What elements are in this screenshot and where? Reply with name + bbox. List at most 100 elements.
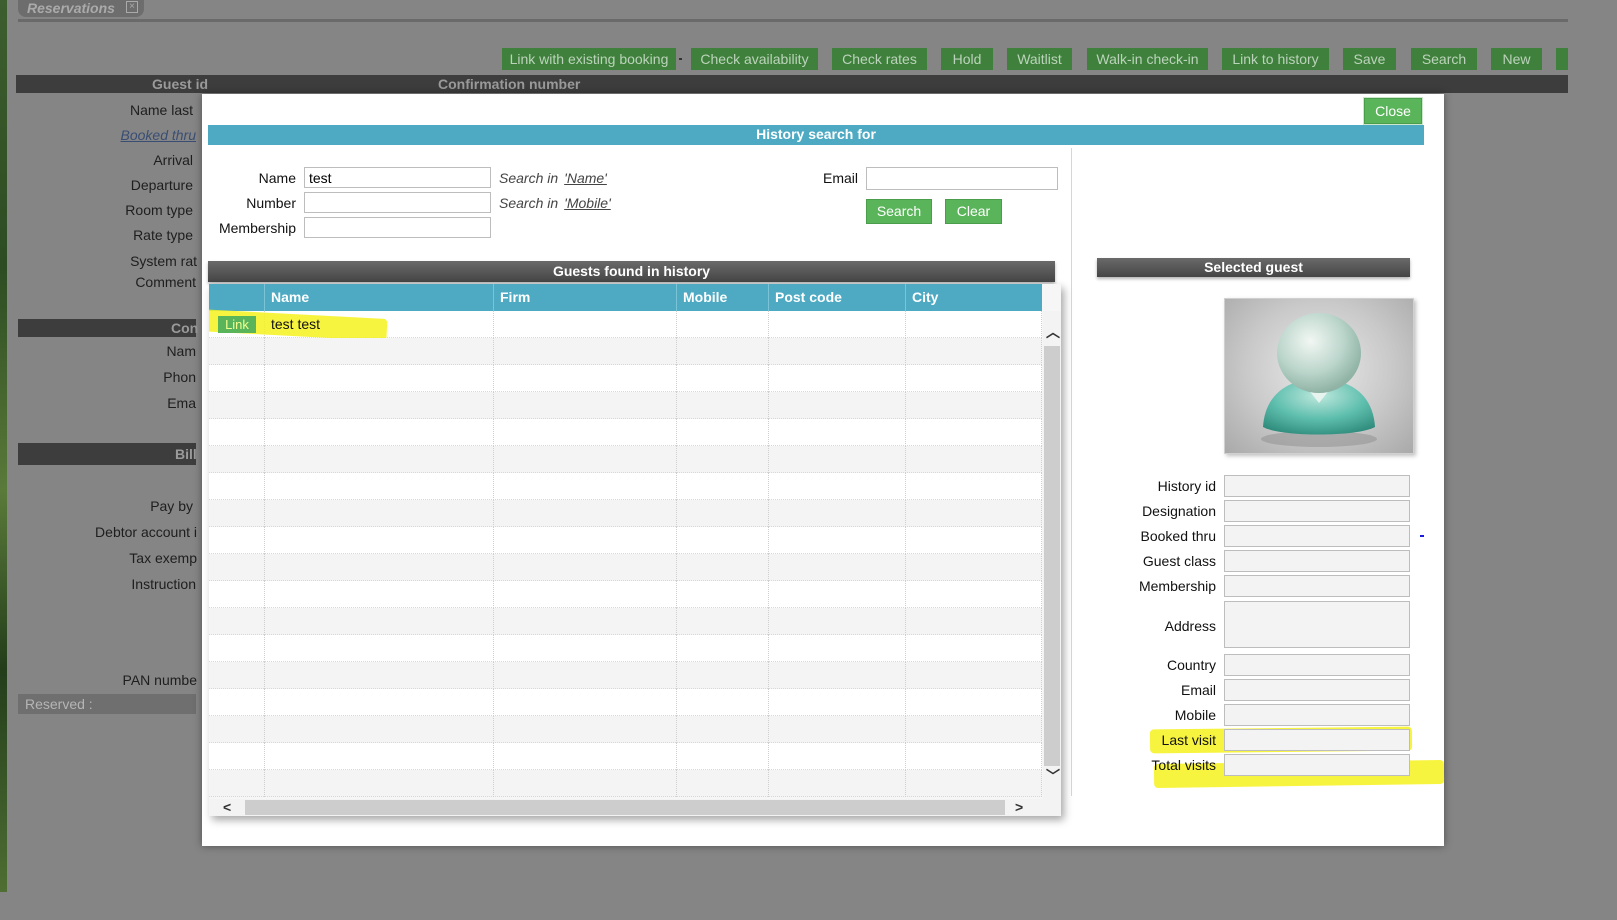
last-visit-field <box>1224 729 1410 751</box>
scroll-thumb[interactable] <box>1044 346 1060 766</box>
save-button[interactable]: Save <box>1343 48 1396 70</box>
table-row[interactable] <box>209 662 1042 689</box>
table-row[interactable] <box>209 743 1042 770</box>
scroll-thumb[interactable] <box>245 800 1005 815</box>
scroll-up-icon[interactable]: ︿ <box>1046 325 1060 339</box>
mobile-field <box>1224 704 1410 726</box>
link-to-history-button[interactable]: Link to history <box>1222 48 1329 70</box>
grid-cell <box>769 608 906 635</box>
check-availability-button[interactable]: Check availability <box>691 48 818 70</box>
guest-class-field <box>1224 550 1410 572</box>
membership-input[interactable] <box>304 217 491 238</box>
name-search-hint: Search in 'Name' <box>499 170 607 186</box>
table-row[interactable] <box>209 716 1042 743</box>
table-row[interactable] <box>209 365 1042 392</box>
table-row[interactable] <box>209 446 1042 473</box>
country-label: Country <box>1166 657 1216 673</box>
grid-cell <box>209 554 265 581</box>
scroll-right-icon[interactable]: > <box>1015 800 1023 814</box>
grid-cell <box>265 770 494 797</box>
email-field <box>1224 679 1410 701</box>
col-header-action <box>209 284 265 311</box>
clear-button[interactable]: Clear <box>945 199 1002 224</box>
close-tab-icon[interactable]: × <box>126 1 138 13</box>
modal-header: History search for <box>208 125 1424 145</box>
table-row[interactable]: Link test test <box>209 309 1042 341</box>
designation-label: Designation <box>1142 503 1216 519</box>
vertical-scrollbar[interactable]: ︿ ﹀ <box>1043 311 1061 799</box>
name-input[interactable] <box>304 167 491 188</box>
mobile-field-link[interactable]: 'Mobile' <box>564 195 611 211</box>
scroll-left-icon[interactable]: < <box>223 800 231 814</box>
grid-cell <box>209 662 265 689</box>
col-header-mobile[interactable]: Mobile <box>677 284 769 311</box>
window-tab-title: Reservations <box>27 0 115 16</box>
table-row[interactable] <box>209 473 1042 500</box>
waitlist-button[interactable]: Waitlist <box>1007 48 1072 70</box>
grid-cell <box>265 392 494 419</box>
booked-thru-link[interactable]: Booked thru <box>60 127 197 143</box>
window-tab[interactable]: Reservations × <box>18 0 144 17</box>
table-row[interactable] <box>209 527 1042 554</box>
table-row[interactable] <box>209 392 1042 419</box>
grid-cell <box>906 392 1042 419</box>
grid-cell <box>494 581 677 608</box>
mobile-label: Mobile <box>1174 707 1216 723</box>
grid-cell <box>677 392 769 419</box>
col-header-post-code[interactable]: Post code <box>769 284 906 311</box>
table-row[interactable] <box>209 608 1042 635</box>
grid-cell <box>265 608 494 635</box>
grid-cell <box>769 716 906 743</box>
grid-cell <box>906 689 1042 716</box>
close-button[interactable]: Close <box>1364 98 1422 124</box>
email-label: Email <box>1180 682 1216 698</box>
new-button[interactable]: New <box>1491 48 1542 70</box>
grid-cell <box>906 473 1042 500</box>
table-row[interactable] <box>209 635 1042 662</box>
table-row[interactable] <box>209 338 1042 365</box>
grid-cell <box>209 473 265 500</box>
grid-cell <box>677 662 769 689</box>
more-button[interactable] <box>1556 48 1568 70</box>
system-rate-label: System rat <box>130 253 197 269</box>
check-rates-button[interactable]: Check rates <box>832 48 927 70</box>
col-header-name[interactable]: Name <box>265 284 494 311</box>
table-row[interactable] <box>209 554 1042 581</box>
grid-cell <box>769 338 906 365</box>
hold-button[interactable]: Hold <box>941 48 993 70</box>
name-field-link[interactable]: 'Name' <box>564 170 607 186</box>
total-visits-label: Total visits <box>1151 757 1216 773</box>
grid-cell <box>677 743 769 770</box>
search-button[interactable]: Search <box>1411 48 1477 70</box>
search-button[interactable]: Search <box>866 199 932 224</box>
pay-by-label: Pay by <box>150 498 193 514</box>
link-existing-booking-button[interactable]: Link with existing booking <box>502 48 676 70</box>
table-row[interactable] <box>209 581 1042 608</box>
link-button[interactable]: Link <box>218 316 256 333</box>
walk-in-checkin-button[interactable]: Walk-in check-in <box>1087 48 1208 70</box>
grid-cell <box>265 446 494 473</box>
number-input[interactable] <box>304 192 491 213</box>
reserved-label: Reserved : <box>25 696 93 712</box>
grid-cell <box>769 662 906 689</box>
grid-cell <box>677 581 769 608</box>
horizontal-scrollbar[interactable]: < > <box>209 799 1061 816</box>
user-silhouette-icon <box>1261 313 1377 447</box>
col-header-firm[interactable]: Firm <box>494 284 677 311</box>
email-input[interactable] <box>866 167 1058 190</box>
table-row[interactable] <box>209 419 1042 446</box>
scroll-down-icon[interactable]: ﹀ <box>1046 769 1060 783</box>
table-row[interactable] <box>209 689 1042 716</box>
table-row[interactable] <box>209 770 1042 797</box>
grid-cell <box>769 365 906 392</box>
grid-cell <box>265 743 494 770</box>
grid-cell <box>494 770 677 797</box>
address-field <box>1224 601 1410 648</box>
grid-cell <box>906 500 1042 527</box>
grid-cell <box>209 338 265 365</box>
col-header-city[interactable]: City <box>906 284 1042 311</box>
debtor-account-label: Debtor account i <box>95 524 197 540</box>
contact-email-label: Ema <box>167 395 196 411</box>
table-row[interactable] <box>209 500 1042 527</box>
grid-cell <box>769 473 906 500</box>
